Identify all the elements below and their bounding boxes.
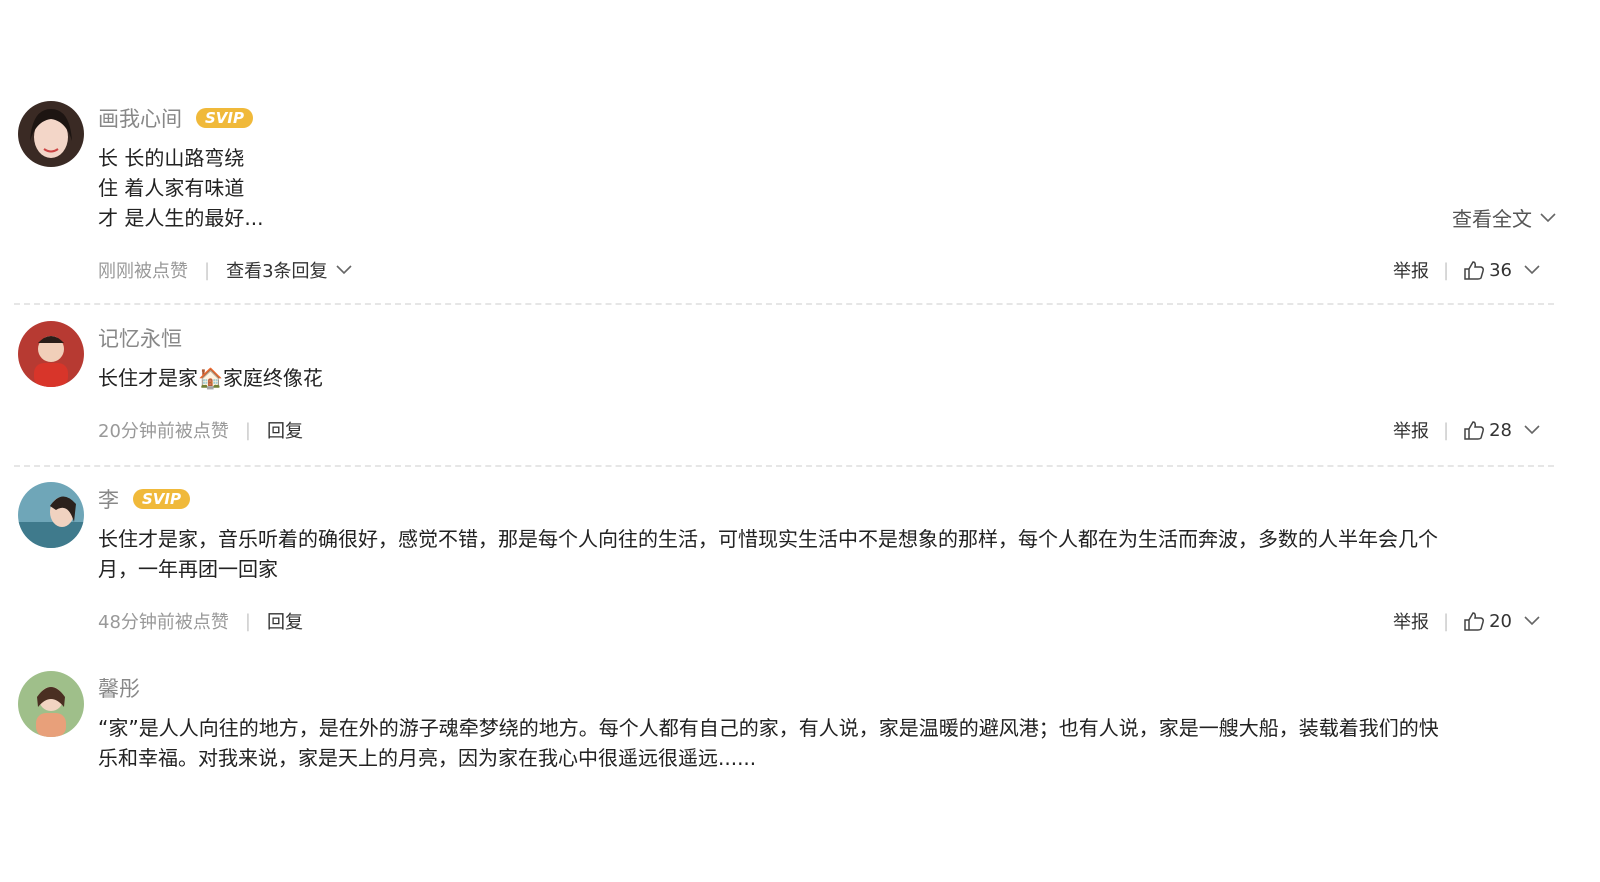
chevron-down-icon xyxy=(1540,212,1556,222)
svip-badge: SVIP xyxy=(133,489,190,509)
expand-button[interactable]: 查看全文 xyxy=(1452,203,1556,232)
chevron-down-icon xyxy=(335,265,352,275)
separator: | xyxy=(1443,259,1450,281)
report-button[interactable]: 举报 xyxy=(1393,257,1429,283)
thumbs-up-icon xyxy=(1464,421,1485,440)
like-button[interactable]: 20 xyxy=(1463,611,1512,632)
view-replies-label: 查看3条回复 xyxy=(226,261,328,282)
avatar[interactable] xyxy=(18,101,84,167)
like-button[interactable]: 36 xyxy=(1463,260,1512,281)
like-time: 20分钟前被点赞 xyxy=(98,421,229,442)
like-count: 20 xyxy=(1489,610,1512,632)
reply-button[interactable]: 回复 xyxy=(267,608,303,634)
separator: | xyxy=(244,610,251,632)
comment-text: 长住才是家🏠家庭终像花 xyxy=(98,366,323,390)
like-button[interactable]: 28 xyxy=(1463,420,1512,441)
avatar[interactable] xyxy=(18,671,84,737)
like-count: 36 xyxy=(1489,259,1512,281)
avatar[interactable] xyxy=(18,482,84,548)
divider xyxy=(14,303,1554,305)
chevron-down-icon[interactable] xyxy=(1524,425,1540,435)
comment-text: 长 长的山路弯绕 住 着人家有味道 才 是人生的最好... xyxy=(98,146,264,230)
comment-text: “家”是人人向往的地方，是在外的游子魂牵梦绕的地方。每个人都有自己的家，有人说，… xyxy=(98,716,1439,770)
like-time: 刚刚被点赞 xyxy=(98,261,188,282)
divider xyxy=(14,465,1554,467)
separator: | xyxy=(244,419,251,441)
username[interactable]: 记忆永恒 xyxy=(98,323,182,353)
expand-label: 查看全文 xyxy=(1452,207,1532,231)
chevron-down-icon[interactable] xyxy=(1524,265,1540,275)
thumbs-up-icon xyxy=(1464,612,1485,631)
thumbs-up-icon xyxy=(1464,261,1485,280)
comment-item: 李 SVIP 长住才是家，音乐听着的确很好，感觉不错，那是每个人向往的生活，可惜… xyxy=(18,482,1578,642)
username[interactable]: 画我心间 xyxy=(98,103,182,133)
chevron-down-icon[interactable] xyxy=(1524,616,1540,626)
comment-item: 画我心间 SVIP 长 长的山路弯绕 住 着人家有味道 才 是人生的最好... … xyxy=(18,101,1578,291)
reply-button[interactable]: 回复 xyxy=(267,417,303,443)
comment-item: 记忆永恒 长住才是家🏠家庭终像花 20分钟前被点赞 | 回复 举报 | 28 xyxy=(18,321,1578,451)
comment-text: 长住才是家，音乐听着的确很好，感觉不错，那是每个人向往的生活，可惜现实生活中不是… xyxy=(98,527,1438,581)
separator: | xyxy=(1443,419,1450,441)
like-count: 28 xyxy=(1489,419,1512,441)
separator: | xyxy=(1443,610,1450,632)
separator: | xyxy=(204,259,211,281)
username[interactable]: 馨彤 xyxy=(98,673,140,703)
comment-item: 馨彤 “家”是人人向往的地方，是在外的游子魂牵梦绕的地方。每个人都有自己的家，有… xyxy=(18,671,1578,781)
username[interactable]: 李 xyxy=(98,484,119,514)
report-button[interactable]: 举报 xyxy=(1393,417,1429,443)
report-button[interactable]: 举报 xyxy=(1393,608,1429,634)
svip-badge: SVIP xyxy=(196,108,253,128)
like-time: 48分钟前被点赞 xyxy=(98,612,229,633)
avatar[interactable] xyxy=(18,321,84,387)
view-replies-button[interactable]: 查看3条回复 xyxy=(226,257,352,283)
